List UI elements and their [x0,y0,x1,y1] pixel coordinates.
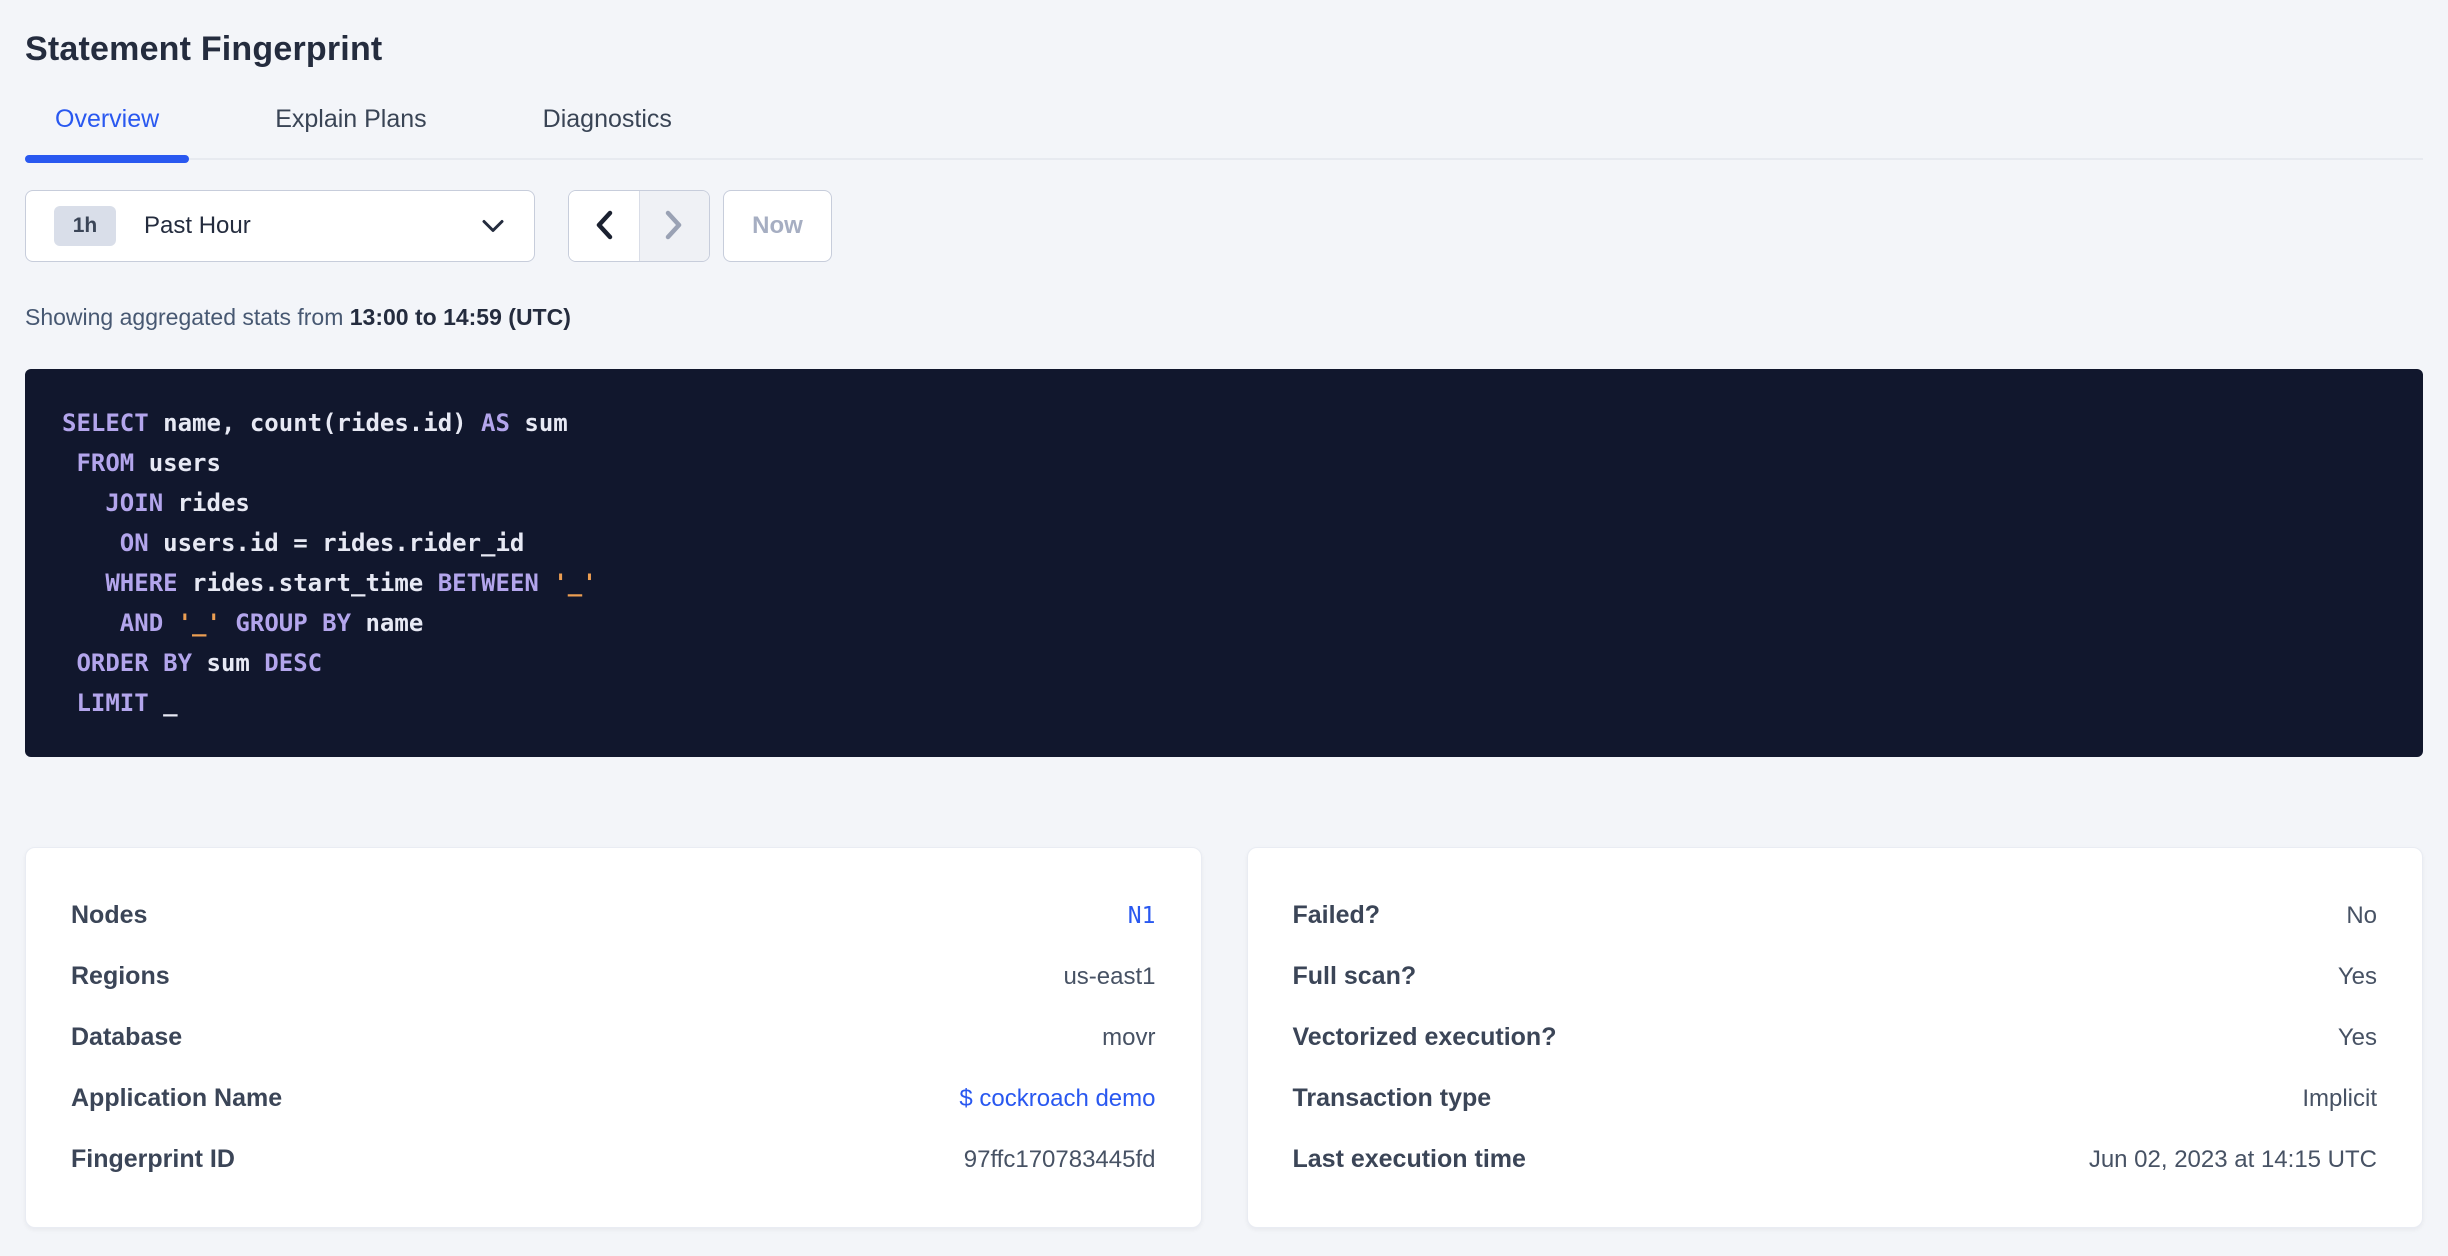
tabs-bar: Overview Explain Plans Diagnostics [25,105,2423,163]
row-label: Transaction type [1292,1084,1492,1112]
row-label: Vectorized execution? [1292,1023,1557,1051]
card-row: Fingerprint ID 97ffc170783445fd [71,1129,1156,1190]
row-value-vectorized-execution: Yes [2337,1023,2377,1051]
sql-line: FROM users [76,449,221,477]
chevron-left-icon [594,210,614,243]
row-value-failed: No [2346,901,2377,929]
now-button[interactable]: Now [723,190,832,262]
aggregated-stats-range: 13:00 to 14:59 (UTC) [349,304,571,330]
row-value-transaction-type: Implicit [2302,1084,2377,1112]
next-interval-button[interactable] [638,191,709,261]
row-label: Application Name [71,1084,283,1112]
time-controls: 1h Past Hour Now [25,190,2423,262]
row-label: Full scan? [1292,962,1417,990]
statement-sql-box: SELECT name, count(rides.id) AS sum FROM… [25,369,2423,757]
sql-line: LIMIT _ [76,689,178,717]
row-value-nodes[interactable]: N1 [1128,903,1156,929]
sql-line: SELECT name, count(rides.id) AS sum [62,409,568,437]
aggregated-stats-prefix: Showing aggregated stats from [25,304,350,330]
tab-label: Diagnostics [542,105,672,133]
row-value-regions: us-east1 [1063,962,1156,990]
row-value-database: movr [1102,1023,1156,1051]
card-row: Transaction type Implicit [1293,1068,2378,1129]
active-tab-underline [25,155,190,163]
chevron-right-icon [664,210,684,243]
tab-overview[interactable]: Overview [25,105,190,163]
statement-fingerprint-page: Statement Fingerprint Overview Explain Pl… [0,0,2448,1228]
card-row: Failed? No [1293,885,2378,946]
card-row: Database movr [71,1007,1156,1068]
row-label: Database [71,1023,183,1051]
sql-line: JOIN rides [105,489,250,517]
sql-line: AND '_' GROUP BY name [119,609,424,637]
sql-line: ON users.id = rides.rider_id [119,529,525,557]
row-label: Regions [71,962,170,990]
chevron-down-icon [482,219,504,233]
row-label: Nodes [71,901,148,929]
time-range-label: Past Hour [144,212,251,239]
time-range-duration-badge: 1h [54,206,116,246]
aggregated-stats-caption: Showing aggregated stats from 13:00 to 1… [25,304,2423,331]
card-row: Last execution time Jun 02, 2023 at 14:15… [1293,1129,2378,1190]
tab-explain-plans[interactable]: Explain Plans [245,105,456,158]
page-title: Statement Fingerprint [25,30,383,68]
card-row: Full scan? Yes [1293,946,2378,1007]
tab-label: Overview [55,105,160,133]
card-row: Application Name $ cockroach demo [71,1068,1156,1129]
card-row: Nodes N1 [71,885,1156,946]
row-label: Last execution time [1292,1145,1526,1173]
tab-diagnostics[interactable]: Diagnostics [513,105,702,158]
row-value-fingerprint-id: 97ffc170783445fd [963,1145,1156,1173]
row-value-application-name[interactable]: $ cockroach demo [959,1085,1155,1113]
row-value-last-execution-time: Jun 02, 2023 at 14:15 UTC [2088,1145,2377,1173]
row-label: Fingerprint ID [71,1145,235,1173]
sql-line: WHERE rides.start_time BETWEEN '_' [105,569,597,597]
card-row: Vectorized execution? Yes [1293,1007,2378,1068]
statement-details-card: Nodes N1 Regions us-east1 Database movr Applic… [25,847,1202,1228]
previous-interval-button[interactable] [569,191,639,261]
sql-line: ORDER BY sum DESC [76,649,323,677]
time-step-buttons [568,190,710,262]
execution-attributes-card: Failed? No Full scan? Yes Vectorized executi… [1246,847,2423,1228]
time-range-dropdown[interactable]: 1h Past Hour [25,190,535,262]
summary-cards: Nodes N1 Regions us-east1 Database movr Applic… [25,847,2423,1228]
tab-label: Explain Plans [275,105,427,133]
row-label: Failed? [1292,901,1381,929]
row-value-full-scan: Yes [2337,962,2377,990]
card-row: Regions us-east1 [71,946,1156,1007]
